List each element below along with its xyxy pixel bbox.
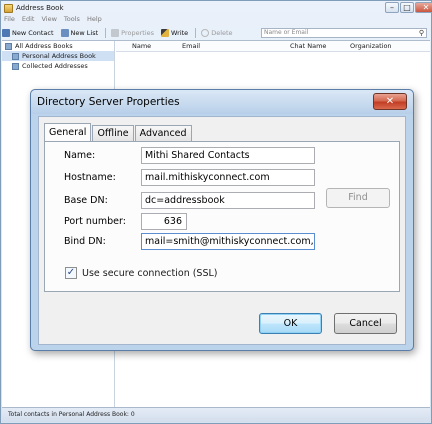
window-controls: – □ ✕ xyxy=(384,2,432,13)
dialog-close-button[interactable]: ✕ xyxy=(373,93,407,110)
minimize-button[interactable]: – xyxy=(385,2,399,13)
new-contact-icon xyxy=(2,29,10,37)
directory-server-properties-dialog: Directory Server Properties ✕ General Of… xyxy=(30,89,414,351)
title-bar: Address Book – □ ✕ xyxy=(1,1,432,15)
menu-file[interactable]: File xyxy=(4,15,15,25)
menu-tools[interactable]: Tools xyxy=(64,15,80,25)
tree-item-label: All Address Books xyxy=(15,42,73,50)
address-book-icon xyxy=(12,62,19,70)
status-bar: Total contacts in Personal Address Book:… xyxy=(2,407,430,422)
maximize-button[interactable]: □ xyxy=(400,2,414,13)
search-icon[interactable]: ⚲ xyxy=(419,29,424,37)
port-number-label: Port number: xyxy=(64,216,126,227)
list-header: Name Email Chat Name Organization xyxy=(116,41,430,52)
delete-button[interactable]: Delete xyxy=(201,29,233,37)
tab-general[interactable]: General xyxy=(44,123,92,142)
general-tab-panel: Name: Mithi Shared Contacts Hostname: ma… xyxy=(44,141,400,292)
tree-item-personal-address-book[interactable]: Personal Address Book xyxy=(2,51,114,61)
column-organization[interactable]: Organization xyxy=(350,42,392,50)
dialog-title: Directory Server Properties xyxy=(37,96,180,108)
column-name[interactable]: Name xyxy=(132,42,151,50)
tab-offline[interactable]: Offline xyxy=(92,125,134,142)
menu-help[interactable]: Help xyxy=(87,15,102,25)
address-book-icon xyxy=(4,3,13,13)
cancel-button[interactable]: Cancel xyxy=(334,313,397,334)
tree-item-all-address-books[interactable]: All Address Books xyxy=(2,41,114,51)
write-label: Write xyxy=(171,29,189,37)
new-list-label: New List xyxy=(70,29,99,37)
menu-edit[interactable]: Edit xyxy=(22,15,35,25)
find-button[interactable]: Find xyxy=(326,188,390,208)
port-number-field[interactable]: 636 xyxy=(141,213,187,230)
delete-icon xyxy=(201,29,210,37)
ssl-label: Use secure connection (SSL) xyxy=(82,267,218,279)
tab-advanced[interactable]: Advanced xyxy=(134,125,192,142)
new-contact-label: New Contact xyxy=(12,29,54,37)
pencil-icon xyxy=(161,29,170,37)
column-email[interactable]: Email xyxy=(182,42,200,50)
close-button[interactable]: ✕ xyxy=(415,2,432,13)
toolbar-separator xyxy=(105,28,107,38)
ssl-checkbox[interactable]: ✓ xyxy=(65,267,77,279)
ok-button[interactable]: OK xyxy=(259,313,322,334)
tree-item-label: Personal Address Book xyxy=(22,52,96,60)
column-chat-name[interactable]: Chat Name xyxy=(290,42,326,50)
hostname-label: Hostname: xyxy=(64,172,116,183)
base-dn-label: Base DN: xyxy=(64,195,108,206)
toolbar-separator xyxy=(195,28,197,38)
properties-label: Properties xyxy=(121,29,155,37)
properties-button[interactable]: Properties xyxy=(111,29,154,37)
toolbar: New Contact New List Properties Write De… xyxy=(2,26,430,40)
tree-item-label: Collected Addresses xyxy=(22,62,88,70)
window-title: Address Book xyxy=(16,4,64,12)
menu-bar: File Edit View Tools Help xyxy=(4,15,109,25)
dialog-content: General Offline Advanced Name: Mithi Sha… xyxy=(38,116,406,345)
delete-label: Delete xyxy=(211,29,233,37)
hostname-field[interactable]: mail.mithiskyconnect.com xyxy=(141,169,315,186)
new-contact-button[interactable]: New Contact xyxy=(2,29,54,37)
menu-view[interactable]: View xyxy=(41,15,56,25)
search-placeholder: Name or Email xyxy=(264,29,309,36)
search-input[interactable]: Name or Email ⚲ xyxy=(261,28,427,38)
dialog-tabs: General Offline Advanced xyxy=(44,123,193,142)
name-field[interactable]: Mithi Shared Contacts xyxy=(141,147,315,164)
base-dn-field[interactable]: dc=addressbook xyxy=(141,192,315,209)
properties-icon xyxy=(111,29,120,37)
new-list-icon xyxy=(60,29,69,37)
tree-item-collected-addresses[interactable]: Collected Addresses xyxy=(2,61,114,71)
dialog-title-bar: Directory Server Properties ✕ xyxy=(31,90,413,114)
write-button[interactable]: Write xyxy=(161,29,188,37)
name-label: Name: xyxy=(64,150,96,161)
ssl-option[interactable]: ✓ Use secure connection (SSL) xyxy=(65,267,218,279)
bind-dn-field[interactable]: mail=smith@mithiskyconnect.com,dc xyxy=(141,233,315,250)
address-book-icon xyxy=(12,52,19,60)
new-list-button[interactable]: New List xyxy=(60,29,99,37)
bind-dn-label: Bind DN: xyxy=(64,236,106,247)
address-book-icon xyxy=(5,42,12,50)
